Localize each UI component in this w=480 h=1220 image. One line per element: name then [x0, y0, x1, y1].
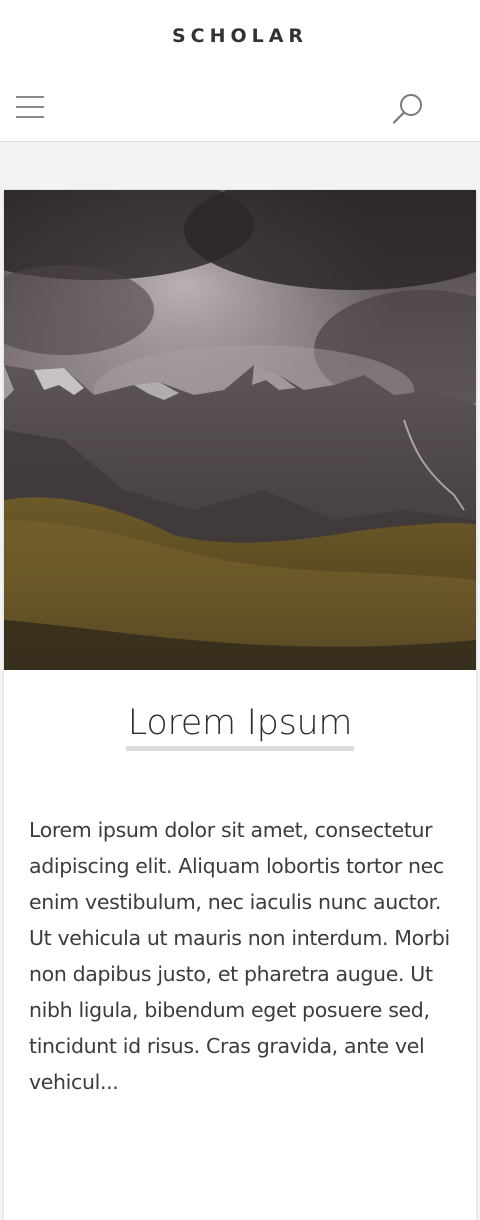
mountain-landscape-image	[4, 190, 476, 670]
search-icon	[392, 94, 422, 124]
menu-button[interactable]	[14, 95, 46, 121]
post-title-text[interactable]: Lorem Ipsum	[125, 700, 355, 751]
post-excerpt: Lorem ipsum dolor sit amet, consectetur …	[29, 818, 450, 1094]
post-title[interactable]: Lorem Ipsum	[0, 700, 480, 751]
search-button[interactable]	[390, 92, 426, 126]
hamburger-menu-icon	[16, 96, 44, 118]
site-header: SCHOLAR	[0, 0, 480, 142]
post-featured-image[interactable]	[4, 190, 476, 670]
site-title[interactable]: SCHOLAR	[0, 25, 480, 47]
